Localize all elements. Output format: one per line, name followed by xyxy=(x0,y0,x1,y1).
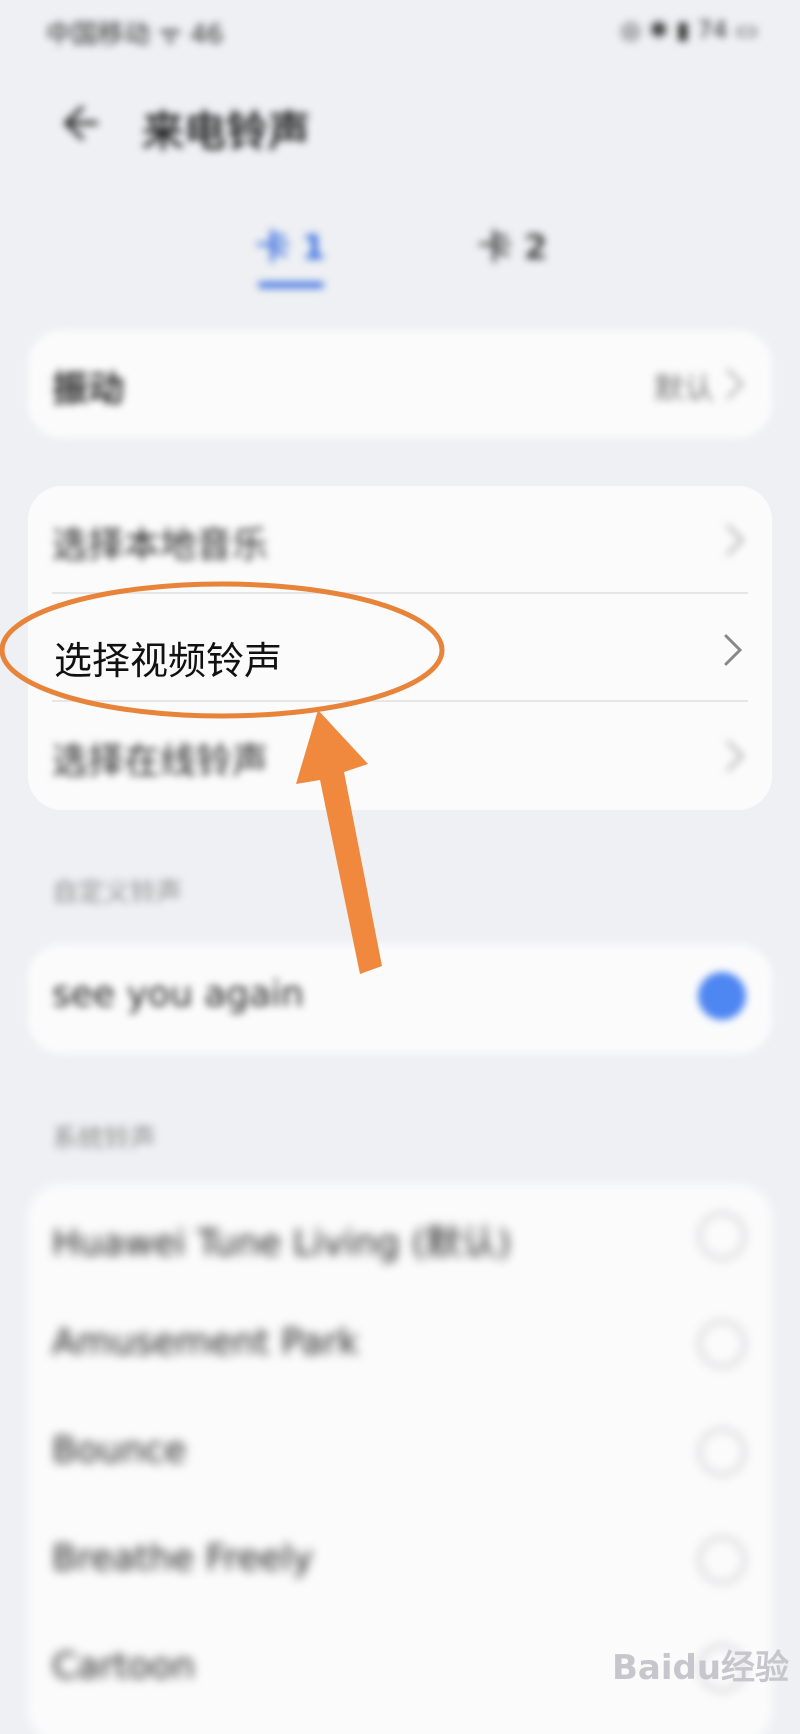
ringtone-name: Amusement Park xyxy=(52,1322,359,1363)
radio-unselected[interactable] xyxy=(698,1320,746,1368)
back-arrow-icon[interactable] xyxy=(52,98,102,148)
status-icons: ◎ ✱ ▮ 74 ▭ xyxy=(620,16,758,44)
system-ringtone-item[interactable]: Huawei Tune Living (默认) xyxy=(28,1184,772,1292)
system-ringtone-item[interactable]: Amusement Park xyxy=(28,1292,772,1400)
chevron-right-icon xyxy=(726,524,745,556)
source-item-online-ringtone[interactable]: 选择在线铃声 xyxy=(28,702,772,810)
source-item-label: 选择在线铃声 xyxy=(52,741,269,782)
source-item-local-music[interactable]: 选择本地音乐 xyxy=(28,486,772,594)
vibrate-card: 振动 默认 xyxy=(28,330,772,438)
radio-unselected[interactable] xyxy=(698,1536,746,1584)
watermark: Baidu经验 xyxy=(612,1648,790,1688)
radio-selected[interactable] xyxy=(698,972,746,1020)
source-item-label: 选择本地音乐 xyxy=(52,525,269,566)
video-ringtone-label[interactable]: 选择视频铃声 xyxy=(54,630,282,685)
status-bar: 中国移动 ᯤ 46 ◎ ✱ ▮ 74 ▭ xyxy=(0,0,800,70)
custom-section-label: 自定义铃声 xyxy=(52,878,183,908)
tab-sim-2[interactable]: 卡 2 xyxy=(478,220,548,269)
ringtone-name: Breathe Freely xyxy=(52,1538,314,1579)
ringtone-name: see you again xyxy=(52,974,304,1015)
tab-indicator xyxy=(258,282,324,288)
header: 来电铃声 xyxy=(0,80,800,170)
sim-tabs: 卡 1 卡 2 xyxy=(0,210,800,300)
carrier-signal: 中国移动 ᯤ 46 xyxy=(46,20,224,50)
chevron-right-icon xyxy=(726,368,745,400)
chevron-right-icon xyxy=(726,740,745,772)
chevron-right-icon xyxy=(724,634,743,666)
tab-sim-1[interactable]: 卡 1 xyxy=(256,220,326,269)
ringtone-name: Huawei Tune Living (默认) xyxy=(52,1223,512,1264)
custom-ringtone-card: see you again xyxy=(28,944,772,1054)
radio-unselected[interactable] xyxy=(698,1428,746,1476)
ringtone-name: Bounce xyxy=(52,1430,187,1471)
system-ringtone-item[interactable]: Breathe Freely xyxy=(28,1508,772,1616)
page-title: 来电铃声 xyxy=(142,107,311,156)
custom-ringtone-item[interactable]: see you again xyxy=(28,944,772,1052)
system-ringtone-item[interactable]: Bounce xyxy=(28,1400,772,1508)
ringtone-settings-screen: 中国移动 ᯤ 46 ◎ ✱ ▮ 74 ▭ 来电铃声 卡 1 卡 2 振动 默认 … xyxy=(0,0,800,1734)
vibrate-label: 振动 xyxy=(52,369,125,410)
vibrate-row[interactable]: 振动 默认 xyxy=(28,330,772,438)
ringtone-name: Cartoon xyxy=(52,1646,195,1687)
system-section-label: 系统铃声 xyxy=(52,1124,157,1154)
vibrate-value: 默认 xyxy=(654,372,714,407)
radio-unselected[interactable] xyxy=(698,1212,746,1260)
